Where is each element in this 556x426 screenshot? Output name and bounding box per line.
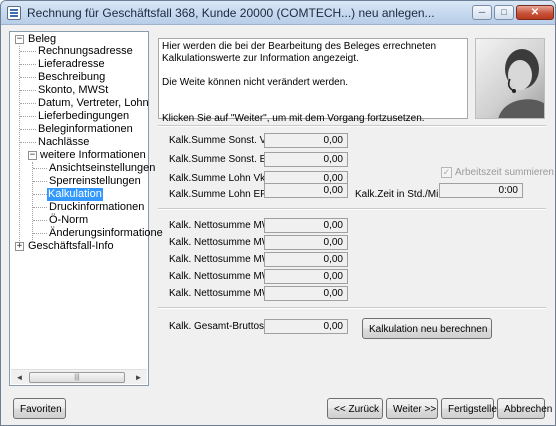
tree-item-druckinformationen[interactable]: Druckinformationen bbox=[48, 201, 145, 214]
tree-item-skonto-mwst[interactable]: Skonto, MWSt bbox=[37, 84, 109, 97]
horizontal-scrollbar[interactable]: ◄ ||| ► bbox=[11, 369, 147, 384]
tree-line bbox=[20, 77, 36, 78]
tree-line bbox=[20, 90, 36, 91]
mwst-2-field: 0,00 bbox=[264, 235, 348, 250]
tree-line bbox=[20, 116, 36, 117]
tree-line bbox=[33, 181, 47, 182]
zeit-field: 0:00 bbox=[439, 183, 523, 198]
recalculate-button[interactable]: Kalkulation neu berechnen bbox=[362, 318, 492, 339]
sonst-ep-label: Kalk.Summe Sonst. EP: bbox=[169, 154, 276, 165]
cancel-button[interactable]: Abbrechen bbox=[497, 398, 552, 419]
mwst-3-field: 0,00 bbox=[264, 252, 348, 267]
info-line-3: Klicken Sie auf "Weiter", um mit dem Vor… bbox=[162, 113, 425, 124]
info-line-2: Die Weite können nicht verändert werden. bbox=[162, 77, 349, 88]
tree-item-beschreibung[interactable]: Beschreibung bbox=[37, 71, 106, 84]
tree-line bbox=[33, 207, 47, 208]
tree-item-lieferadresse[interactable]: Lieferadresse bbox=[37, 58, 106, 71]
info-line-1: Hier werden die bei der Bearbeitung des … bbox=[162, 41, 437, 64]
separator bbox=[158, 208, 546, 210]
tree-line bbox=[33, 194, 47, 195]
arbeitszeit-label: Arbeitszeit summieren bbox=[455, 167, 554, 178]
arbeitszeit-checkbox[interactable]: ✓ bbox=[441, 167, 452, 178]
tree-item-sperreinstellungen[interactable]: Sperreinstellungen bbox=[48, 175, 142, 188]
tree-line bbox=[33, 220, 47, 221]
tree-item-datum-vertreter-lohn[interactable]: Datum, Vertreter, Lohn bbox=[37, 97, 150, 110]
lohn-ep-label: Kalk.Summe Lohn EP: bbox=[169, 189, 270, 200]
finish-button[interactable]: Fertigstellen bbox=[441, 398, 502, 419]
info-text-box: Hier werden die bei der Bearbeitung des … bbox=[158, 38, 468, 124]
dialog-window: Rechnung für Geschäftsfall 368, Kunde 20… bbox=[0, 0, 556, 426]
maximize-button[interactable]: □ bbox=[494, 5, 514, 20]
expand-icon[interactable]: + bbox=[15, 242, 24, 251]
tree-item-nachlaesse[interactable]: Nachlässe bbox=[37, 136, 90, 149]
tree-item-aenderungsinformationen[interactable]: Änderungsinformatione bbox=[48, 227, 164, 240]
scrollbar-thumb[interactable]: ||| bbox=[29, 372, 125, 383]
gesamt-brutto-field: 0,00 bbox=[264, 319, 348, 334]
collapse-icon[interactable]: − bbox=[28, 151, 37, 160]
tree-item-beleginformationen[interactable]: Beleginformationen bbox=[37, 123, 134, 136]
tree-item-weitere-informationen[interactable]: weitere Informationen bbox=[39, 149, 147, 162]
title-bar[interactable]: Rechnung für Geschäftsfall 368, Kunde 20… bbox=[1, 1, 555, 25]
tree-item-geschaeftsfall-info[interactable]: Geschäftsfall-Info bbox=[27, 240, 115, 253]
tree-line bbox=[33, 168, 47, 169]
back-button[interactable]: << Zurück bbox=[327, 398, 383, 419]
tree-line bbox=[20, 103, 36, 104]
scroll-right-icon[interactable]: ► bbox=[131, 371, 146, 384]
navigation-tree[interactable]: − Beleg Rechnungsadresse Lieferadresse B… bbox=[9, 31, 163, 386]
next-button[interactable]: Weiter >> bbox=[386, 398, 438, 419]
tree-line bbox=[19, 46, 20, 245]
tree-line bbox=[32, 162, 33, 240]
separator bbox=[158, 307, 546, 309]
tree-item-oe-norm[interactable]: Ö-Norm bbox=[48, 214, 89, 227]
lohn-ep-field: 0,00 bbox=[264, 183, 348, 198]
support-agent-photo bbox=[475, 38, 545, 119]
sonst-ep-field: 0,00 bbox=[264, 152, 348, 167]
zeit-label: Kalk.Zeit in Std./Min.: bbox=[355, 189, 450, 200]
collapse-icon[interactable]: − bbox=[15, 35, 24, 44]
document-icon bbox=[7, 6, 21, 20]
window-title: Rechnung für Geschäftsfall 368, Kunde 20… bbox=[27, 6, 435, 20]
mwst-5-field: 0,00 bbox=[264, 286, 348, 301]
tree-item-rechnungsadresse[interactable]: Rechnungsadresse bbox=[37, 45, 134, 58]
close-button[interactable]: ✕ bbox=[516, 5, 554, 20]
tree-line bbox=[33, 233, 47, 234]
favoriten-button[interactable]: Favoriten bbox=[13, 398, 66, 419]
mwst-4-field: 0,00 bbox=[264, 269, 348, 284]
tree-item-lieferbedingungen[interactable]: Lieferbedingungen bbox=[37, 110, 130, 123]
sonst-vkn-field: 0,00 bbox=[264, 133, 348, 148]
tree-line bbox=[20, 142, 36, 143]
scroll-left-icon[interactable]: ◄ bbox=[12, 371, 27, 384]
tree-item-ansichtseinstellungen[interactable]: Ansichtseinstellungen bbox=[48, 162, 156, 175]
tree-item-kalkulation[interactable]: Kalkulation bbox=[47, 188, 103, 201]
tree-line bbox=[20, 64, 36, 65]
tree-line bbox=[20, 51, 36, 52]
separator bbox=[158, 125, 546, 127]
mwst-1-field: 0,00 bbox=[264, 218, 348, 233]
lohn-vkn-label: Kalk.Summe Lohn Vkn: bbox=[169, 173, 274, 184]
tree-line bbox=[20, 129, 36, 130]
minimize-button[interactable]: ─ bbox=[472, 5, 492, 20]
